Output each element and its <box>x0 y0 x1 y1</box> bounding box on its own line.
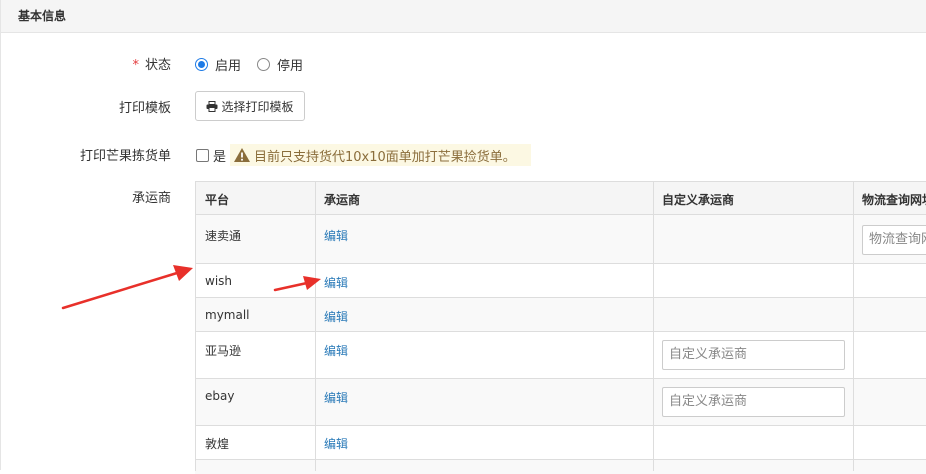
basic-info-panel: 基本信息 * 状态 启用 停用 打印模板 选择打印模板 打印芒果拣货单 是 目前只… <box>0 0 926 474</box>
warning-icon <box>234 148 250 162</box>
column-header-custom-carrier: 自定义承运商 <box>662 193 735 207</box>
print-mango-checkbox-label[interactable]: 是 <box>213 146 226 165</box>
required-mark: * <box>132 58 139 73</box>
column-divider <box>653 182 654 471</box>
select-print-template-button[interactable]: 选择打印模板 <box>195 91 305 121</box>
status-enabled-radio[interactable] <box>195 58 208 71</box>
table-row: wish 编辑 <box>195 264 926 298</box>
carrier-table: 平台 承运商 自定义承运商 物流查询网址 速卖通 编辑 物流查询网址 wish … <box>195 181 926 474</box>
edit-link[interactable]: 编辑 <box>324 308 348 325</box>
edit-link[interactable]: 编辑 <box>324 227 348 244</box>
platform-cell: mymall <box>205 308 250 322</box>
column-divider <box>315 182 316 471</box>
status-disabled-label[interactable]: 停用 <box>277 55 303 74</box>
column-divider <box>853 182 854 471</box>
column-header-platform: 平台 <box>205 193 230 207</box>
panel-title: 基本信息 <box>18 9 67 23</box>
print-template-label: 打印模板 <box>118 101 171 116</box>
table-row: 亚马逊 编辑 自定义承运商 <box>195 332 926 379</box>
status-disabled-radio[interactable] <box>257 58 270 71</box>
arrow-icon <box>61 265 193 310</box>
table-header: 平台 承运商 自定义承运商 物流查询网址 <box>195 182 926 215</box>
column-header-carrier: 承运商 <box>324 193 361 207</box>
print-mango-label: 打印芒果拣货单 <box>79 149 171 164</box>
platform-cell: ebay <box>205 389 235 403</box>
platform-cell: 敦煌 <box>205 437 230 451</box>
tracking-url-input[interactable]: 物流查询网址 <box>862 225 926 255</box>
warning-text: 目前只支持货代10x10面单加打芒果捡货单。 <box>254 149 516 165</box>
column-header-tracking-url: 物流查询网址 <box>862 193 926 207</box>
custom-carrier-input[interactable]: 自定义承运商 <box>662 340 845 370</box>
platform-cell: wish <box>205 274 233 288</box>
printer-icon <box>206 100 218 112</box>
status-enabled-label[interactable]: 启用 <box>215 55 241 74</box>
edit-link[interactable]: 编辑 <box>324 274 348 291</box>
panel-header: 基本信息 <box>1 0 926 33</box>
table-row: mymall 编辑 <box>195 298 926 332</box>
carrier-label: 承运商 <box>131 191 171 206</box>
custom-carrier-input[interactable]: 自定义承运商 <box>662 387 845 417</box>
table-row: ebay 编辑 自定义承运商 <box>195 379 926 426</box>
table-row: 速卖通 编辑 物流查询网址 <box>195 215 926 264</box>
table-row <box>195 460 926 474</box>
platform-cell: 速卖通 <box>205 229 242 243</box>
column-divider <box>195 182 196 471</box>
platform-cell: 亚马逊 <box>205 344 242 358</box>
print-mango-checkbox[interactable] <box>196 149 209 162</box>
edit-link[interactable]: 编辑 <box>324 342 348 359</box>
status-label: * 状态 <box>132 58 171 73</box>
edit-link[interactable]: 编辑 <box>324 435 348 452</box>
table-row: 敦煌 编辑 <box>195 426 926 460</box>
edit-link[interactable]: 编辑 <box>324 389 348 406</box>
warning-notice: 目前只支持货代10x10面单加打芒果捡货单。 <box>230 144 531 166</box>
